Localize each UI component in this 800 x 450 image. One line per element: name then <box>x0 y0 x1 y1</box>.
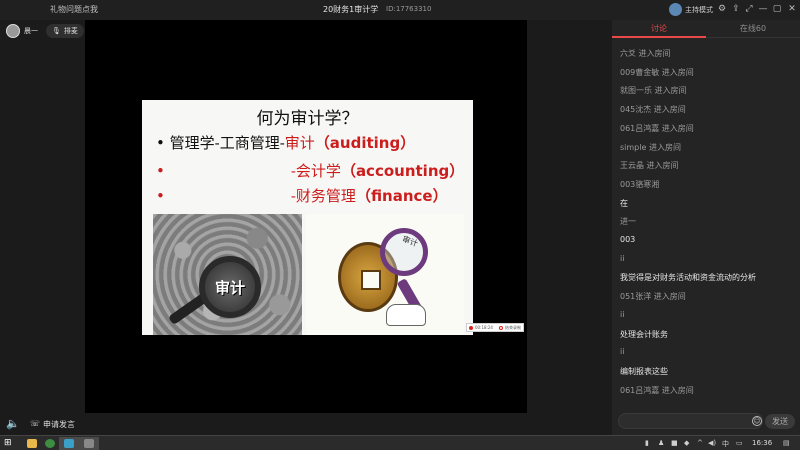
chat-input[interactable] <box>618 413 763 429</box>
classroom-app[interactable] <box>79 437 99 450</box>
sender-name: ii <box>620 347 625 357</box>
tab-discussion[interactable]: 讨论 <box>612 20 706 38</box>
volume-icon[interactable]: 🔈 <box>6 417 20 430</box>
notification-icon[interactable]: ▤ <box>783 439 790 447</box>
sender-name: ii <box>620 253 625 263</box>
chat-tabs: 讨论 在线60 <box>612 20 800 38</box>
join-notice: 061吕鸿嘉 进入房间 <box>620 385 694 395</box>
mic-user-name: 晨一 <box>24 27 38 35</box>
chrome-icon <box>45 439 55 448</box>
classroom-app-icon <box>84 439 94 448</box>
send-button[interactable]: 发送 <box>765 414 795 429</box>
recording-time: 00:18:24 <box>475 325 493 330</box>
slide-line-2-cn: -会计学 <box>290 162 341 180</box>
slide-line-1-en: （auditing） <box>314 134 416 152</box>
minimize-icon[interactable]: — <box>757 3 769 15</box>
sender-name: ii <box>620 309 625 319</box>
join-notice: 045沈杰 进入房间 <box>620 105 686 115</box>
emoji-icon[interactable]: ☺ <box>752 416 762 426</box>
live-app-icon <box>64 439 74 448</box>
gear-icon[interactable]: ⚙ <box>716 3 728 15</box>
chat-message: 处理会计账务 <box>620 329 668 339</box>
apply-speak-button[interactable]: ☏ 申请发言 <box>30 419 75 430</box>
color-app-icon[interactable]: ■ <box>671 439 678 447</box>
title-bar: 礼物问题点我 20财务1审计学 ID:17763310 主持模式 ⚙ ⇪ ⤢ —… <box>0 0 800 20</box>
coins-magnifier-image: 审计 <box>153 214 302 335</box>
expand-tray-icon[interactable]: ^ <box>697 439 703 447</box>
chat-message: 我觉得是对财务活动和资金流动的分析 <box>620 273 756 283</box>
sender-name: 进一 <box>620 217 636 227</box>
chrome-app[interactable] <box>40 437 60 450</box>
chat-panel: 讨论 在线60 六爻 进入房间 009曹金敏 进入房间 就图一乐 进入房间 045沈杰… <box>612 20 800 435</box>
magnifier-lens: 审计 <box>199 256 261 318</box>
stop-record-label[interactable]: 结束录制 <box>505 325 521 331</box>
join-notice: 王云晶 进入房间 <box>620 161 679 171</box>
join-notice: 六爻 进入房间 <box>620 49 671 58</box>
apply-speak-label: 申请发言 <box>43 420 76 429</box>
slide-line-2-en: （accounting） <box>340 162 465 180</box>
shared-slide: 何为审计学？ • 管理学-工商管理-审计（auditing） • -会计学（acc… <box>142 100 473 335</box>
phone-icon: ☏ <box>30 419 41 428</box>
join-notice: simple 进入房间 <box>620 142 681 152</box>
sender-name: 003骆寒湘 <box>620 179 660 189</box>
join-notice: 051张洋 进入房间 <box>620 292 686 302</box>
ime-indicator[interactable]: 中 <box>722 439 729 449</box>
live-app[interactable] <box>59 437 79 450</box>
join-notice: 061吕鸿嘉 进入房间 <box>620 123 694 133</box>
host-avatar[interactable] <box>669 3 682 16</box>
slide-title: 何为审计学？ <box>256 109 359 129</box>
stop-record-icon[interactable] <box>498 325 503 330</box>
security-icon[interactable]: ◆ <box>684 439 689 447</box>
hand-drawing <box>386 304 426 326</box>
share-icon[interactable]: ⇪ <box>730 3 742 15</box>
join-notice: 就图一乐 进入房间 <box>620 86 687 96</box>
slide-line-1: • 管理学-工商管理-审计（auditing） <box>156 134 416 152</box>
stage-controls: 🔈 ☏ 申请发言 <box>0 413 612 435</box>
queue-mic-label: 排麦 <box>63 27 78 35</box>
host-mode-label[interactable]: 主持模式 <box>685 5 713 15</box>
folder-icon <box>27 439 37 448</box>
chat-message-list[interactable]: 六爻 进入房间 009曹金敏 进入房间 就图一乐 进入房间 045沈杰 进入房间 061… <box>620 40 795 402</box>
slide-line-3: • -财务管理（finance） <box>156 187 448 205</box>
mic-user[interactable]: 晨一 <box>6 23 38 39</box>
gift-help-link[interactable]: 礼物问题点我 <box>50 4 98 15</box>
avatar <box>6 24 20 38</box>
room-id: ID:17763310 <box>386 5 432 13</box>
slide-line-3-cn: -财务管理 <box>290 187 356 205</box>
taskbar: ⊞ ▮ ♟ ■ ◆ ^ ◀) 中 ▭ 16:36 ▤ <box>0 435 800 450</box>
slide-line-1-prefix: 管理学-工商管理- <box>169 134 285 152</box>
file-explorer-app[interactable] <box>22 437 42 450</box>
room-title: 20财务1审计学 <box>323 5 379 14</box>
close-icon[interactable]: ✕ <box>786 3 798 15</box>
chat-message: 在 <box>620 198 628 208</box>
person-icon[interactable]: ♟ <box>658 439 664 447</box>
mic-icon: 🎙 <box>52 27 61 35</box>
usb-icon[interactable]: ▮ <box>645 439 649 447</box>
speaker-icon[interactable]: ◀) <box>708 439 716 447</box>
chat-message: 编制报表这些 <box>620 366 668 376</box>
queue-mic-button[interactable]: 🎙 排麦 <box>46 24 84 38</box>
slide-line-2: • -会计学（accounting） <box>156 162 465 180</box>
maximize-icon[interactable]: ⤢ <box>743 3 755 15</box>
recording-indicator: 00:18:24 结束录制 <box>466 323 524 332</box>
record-dot-icon <box>469 325 473 330</box>
windows-start-icon[interactable]: ⊞ <box>4 439 13 448</box>
lens-text: 审计 <box>214 278 245 297</box>
slide-line-1-cn: 审计 <box>284 134 315 152</box>
clock[interactable]: 16:36 <box>752 439 772 447</box>
tab-online[interactable]: 在线60 <box>706 20 800 38</box>
screen-icon[interactable]: ▭ <box>736 439 743 447</box>
slide-line-3-en: （finance） <box>355 187 448 205</box>
restore-icon[interactable]: ▢ <box>771 3 783 15</box>
join-notice: 009曹金敏 进入房间 <box>620 67 694 77</box>
audit-cartoon-image: 审计 <box>306 214 464 335</box>
chat-message: 003 <box>620 235 636 244</box>
